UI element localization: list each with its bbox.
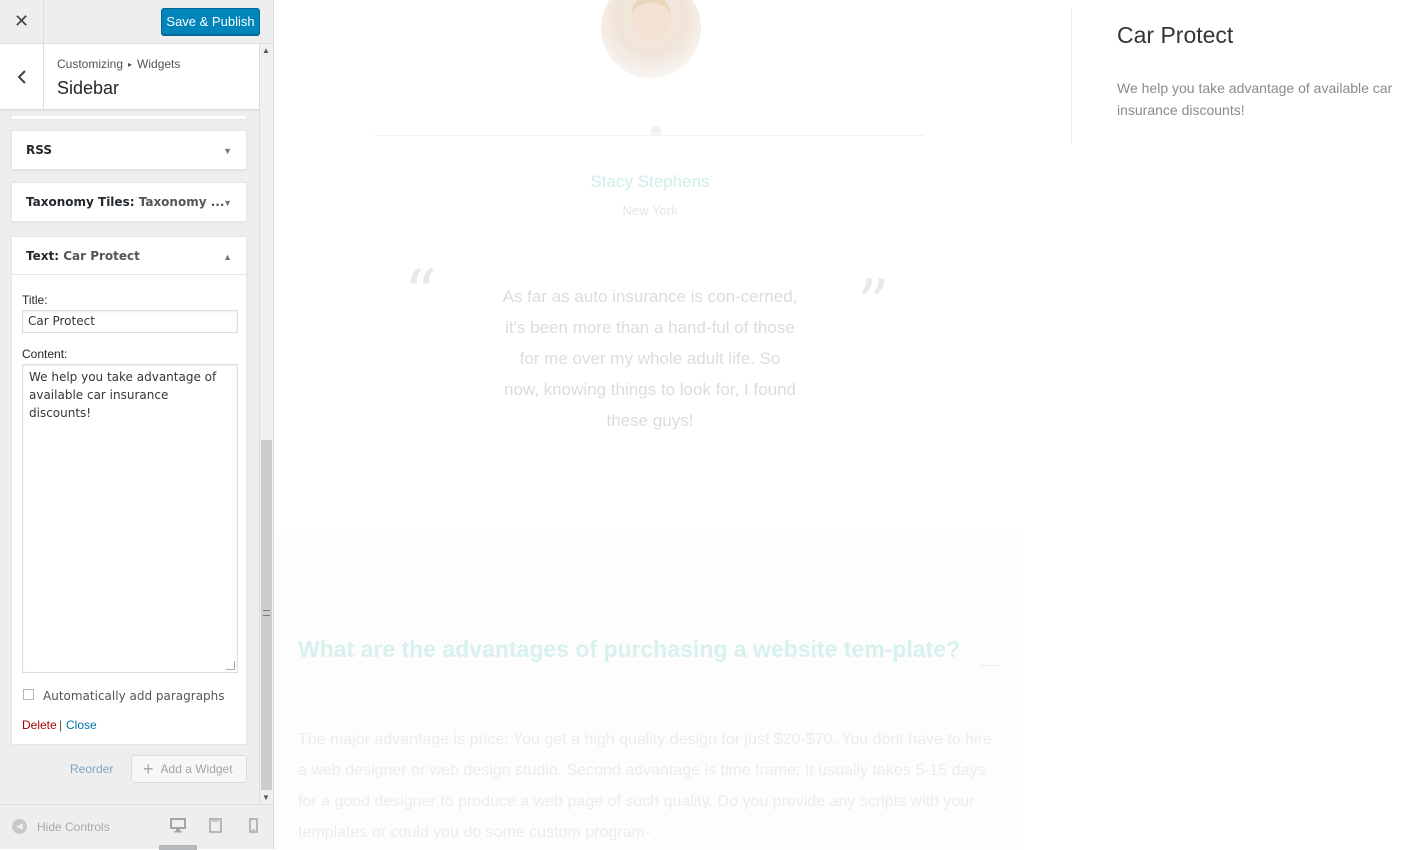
widget-title: Taxonomy Tiles: Taxonomy ... — [26, 195, 225, 209]
scroll-up-arrow-icon[interactable]: ▲ — [262, 46, 270, 55]
testimonial-quote: As far as auto insurance is con-cerned, … — [502, 287, 798, 430]
widget-title: RSS — [26, 143, 52, 157]
delete-link[interactable]: Delete — [22, 718, 57, 732]
close-quote-icon: ” — [857, 267, 890, 341]
desktop-preview-icon[interactable] — [170, 818, 186, 838]
customizer-header: ✕ Save & Publish — [0, 0, 273, 44]
add-widget-button[interactable]: + Add a Widget — [131, 755, 247, 783]
scrollbar[interactable]: ▲ ▼ — [259, 44, 273, 804]
auto-paragraphs-checkbox[interactable] — [23, 689, 34, 700]
widget-rss[interactable]: RSS ▼ — [11, 130, 247, 170]
sidebar-widget-text: We help you take advantage of available … — [1117, 80, 1393, 118]
divider — [374, 135, 924, 136]
content-label: Content: — [22, 347, 68, 361]
caret-down-icon[interactable]: ▼ — [223, 198, 232, 208]
breadcrumb-separator-icon: ▸ — [128, 60, 133, 69]
testimonial-city: New York — [622, 203, 678, 218]
open-quote-icon: “ — [404, 257, 437, 331]
widget-partial — [11, 116, 247, 120]
faq-toggle-icon[interactable] — [980, 665, 1000, 666]
widget-type: RSS — [26, 143, 52, 157]
auto-paragraphs-label: Automatically add paragraphs — [43, 689, 225, 703]
customizer-footer: ◀ Hide Controls — [0, 804, 273, 850]
link-separator: | — [59, 718, 63, 732]
back-button[interactable] — [0, 44, 44, 109]
widget-taxonomy-tiles[interactable]: Taxonomy Tiles: Taxonomy ... ▼ — [11, 182, 247, 222]
plus-icon: + — [143, 759, 154, 779]
testimonial-name: Stacy Stephens — [590, 172, 710, 191]
avatar-face — [631, 0, 671, 43]
reorder-link[interactable]: Reorder — [70, 762, 113, 776]
active-device-indicator — [159, 845, 197, 850]
close-link[interactable]: Close — [66, 718, 97, 732]
grip-icon — [263, 610, 270, 616]
collapse-icon[interactable]: ◀ — [12, 819, 27, 834]
title-field[interactable]: Car Protect — [22, 310, 238, 333]
widget-text-car-protect: Text: Car Protect ▲ Title: Car Protect C… — [11, 236, 247, 745]
divider-dot — [651, 126, 661, 136]
site-preview: Stacy Stephens New York “ ” As far as au… — [274, 0, 1419, 849]
widget-instance: Taxonomy ... — [138, 195, 225, 209]
hide-controls-button[interactable]: Hide Controls — [37, 820, 110, 834]
resize-handle-icon[interactable] — [226, 661, 235, 670]
widget-type: Taxonomy Tiles — [26, 195, 130, 209]
breadcrumb: Customizing ▸ Widgets — [57, 57, 180, 71]
save-publish-button[interactable]: Save & Publish — [161, 8, 260, 35]
caret-up-icon[interactable]: ▲ — [223, 252, 232, 262]
content-textarea[interactable]: We help you take advantage of available … — [22, 364, 238, 673]
sidebar-widget-title: Car Protect — [1117, 22, 1234, 48]
widgets-scroll-area: Customizing ▸ Widgets Sidebar RSS ▼ Taxono… — [0, 44, 259, 804]
breadcrumb-child: Widgets — [137, 57, 181, 71]
mobile-preview-icon[interactable] — [249, 818, 258, 838]
faq-question: What are the advantages of purchasing a … — [298, 636, 961, 662]
content-text: We help you take advantage of available … — [29, 370, 217, 420]
close-customizer-button[interactable]: ✕ — [0, 0, 44, 43]
customizer-panel: ✕ Save & Publish Customizing ▸ Widgets Sid… — [0, 0, 274, 850]
scroll-down-arrow-icon[interactable]: ▼ — [262, 793, 270, 802]
tablet-preview-icon[interactable] — [209, 818, 222, 838]
faq-answer: The major advantage is price: You get a … — [298, 731, 992, 841]
caret-down-icon[interactable]: ▼ — [223, 146, 232, 156]
widget-type: Text — [26, 249, 55, 263]
testimonial-avatar — [601, 0, 701, 78]
widget-instance: Car Protect — [63, 249, 140, 263]
section-header: Customizing ▸ Widgets Sidebar — [0, 44, 259, 110]
title-label: Title: — [22, 293, 48, 307]
close-icon: ✕ — [13, 11, 30, 31]
sidebar-divider — [1071, 9, 1072, 144]
section-title: Sidebar — [57, 78, 120, 98]
add-widget-label: Add a Widget — [160, 762, 233, 776]
widget-header[interactable]: Text: Car Protect ▲ — [12, 237, 246, 275]
widget-title: Text: Car Protect — [26, 249, 140, 263]
breadcrumb-parent: Customizing — [57, 57, 124, 71]
scrollbar-thumb[interactable] — [261, 440, 272, 790]
chevron-left-icon — [17, 69, 26, 84]
